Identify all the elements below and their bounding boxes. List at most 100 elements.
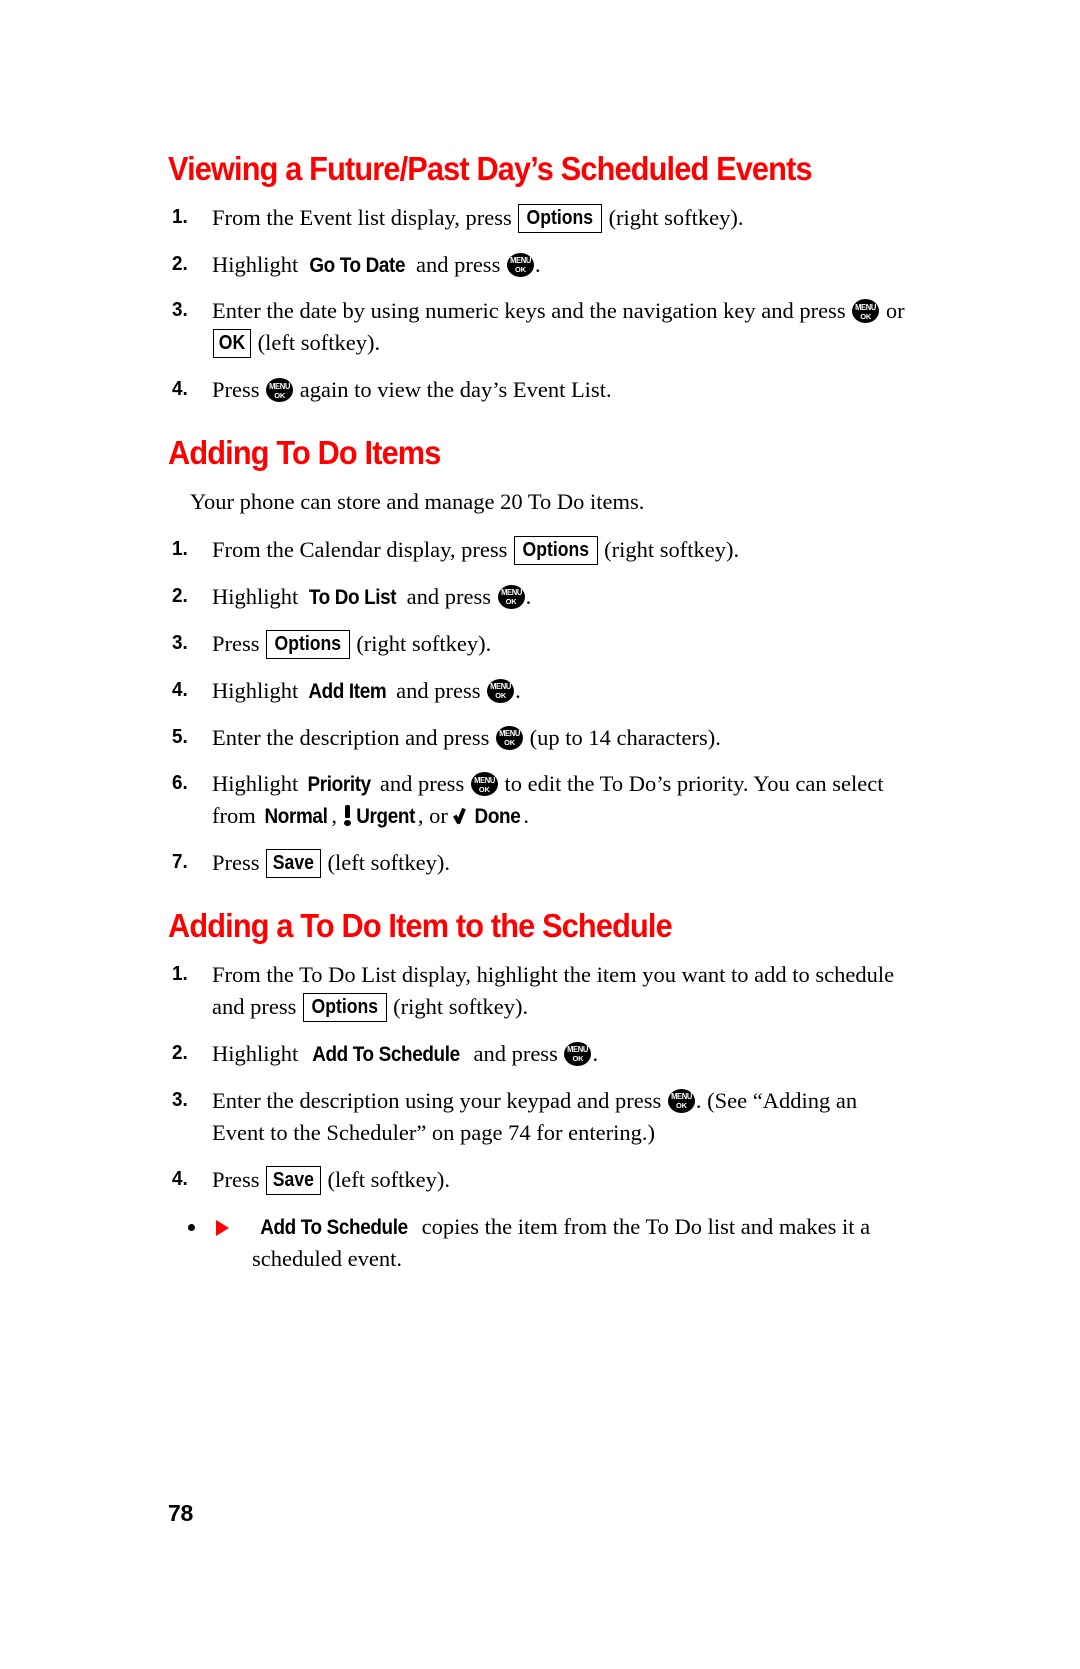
menu-ok-key-top-label: MENU [567, 1045, 589, 1055]
menu-item-label-to-do-list: To Do List [308, 585, 397, 609]
step-item: 7. Press Save (left softkey). [168, 847, 908, 879]
step-item: 1. From the To Do List display, highlight… [168, 959, 908, 1023]
menu-ok-key-icon: MENU OK [470, 772, 498, 797]
menu-ok-key-top-label: MENU [473, 775, 495, 785]
page-content: Viewing a Future/Past Day’s Scheduled Ev… [168, 148, 908, 1291]
step-text: Highlight [212, 583, 304, 609]
step-item: 3. Press Options (right softkey). [168, 628, 908, 660]
softkey-options: Options [266, 629, 350, 659]
softkey-label: Save [272, 852, 315, 875]
softkey-label: OK [218, 332, 246, 355]
menu-ok-key-icon: MENU OK [667, 1088, 695, 1113]
exclamation-dot [343, 820, 351, 827]
softkey-save: Save [266, 1165, 321, 1195]
menu-item-label-add-to-schedule: Add To Schedule [312, 1042, 460, 1066]
menu-ok-key-icon: MENU OK [266, 378, 294, 403]
step-text: Enter the date by using numeric keys and… [212, 298, 852, 324]
step-number: 3. [172, 630, 188, 654]
softkey-save: Save [266, 849, 321, 879]
page-number: 78 [168, 1500, 193, 1526]
step-text: , or [417, 803, 454, 829]
step-text: Press [212, 377, 266, 403]
step-text: Highlight [212, 677, 304, 703]
step-text: Enter the description and press [212, 724, 496, 750]
step-text: , [331, 803, 343, 829]
menu-ok-key-bottom-label: OK [515, 265, 526, 275]
menu-ok-key-bottom-label: OK [478, 784, 490, 794]
step-text: (left softkey). [321, 1166, 450, 1192]
step-item: 3. Enter the date by using numeric keys a… [168, 295, 908, 359]
menu-item-label-add-to-schedule: Add To Schedule [260, 1216, 408, 1240]
step-text: Highlight [212, 251, 304, 277]
step-text: and press [390, 677, 487, 703]
triangle-bullet-icon [216, 1220, 229, 1237]
step-text: (left softkey). [252, 330, 381, 356]
step-number: 6. [172, 771, 188, 795]
step-text: . [515, 677, 521, 703]
note-item: Add To Schedule copies the item from the… [208, 1211, 908, 1275]
softkey-label: Options [522, 538, 589, 561]
step-text: and press [374, 771, 470, 797]
step-number: 2. [172, 251, 188, 275]
step-text: again to view the day’s Event List. [294, 377, 612, 403]
softkey-label: Options [274, 632, 342, 655]
menu-ok-key-icon: MENU OK [497, 584, 525, 609]
step-number: 4. [172, 1166, 188, 1190]
exclamation-bar [344, 805, 350, 819]
menu-item-label-normal: Normal [264, 805, 328, 829]
menu-ok-key-bottom-label: OK [675, 1101, 687, 1111]
note-list-add-to-schedule: Add To Schedule copies the item from the… [168, 1211, 908, 1275]
step-item: 4. Press MENU OK again to view the day’s E… [168, 374, 908, 406]
menu-ok-key-icon: MENU OK [564, 1041, 592, 1066]
step-item: 2. Highlight Go To Date and press MENU OK. [168, 249, 908, 281]
step-item: 1. From the Event list display, press Opt… [168, 202, 908, 234]
step-text: From the Calendar display, press [212, 536, 513, 562]
step-number: 3. [172, 298, 188, 322]
manual-page: Viewing a Future/Past Day’s Scheduled Ev… [0, 0, 1080, 1669]
menu-ok-key-icon: MENU OK [852, 299, 880, 324]
step-text: (up to 14 characters). [524, 724, 721, 750]
step-text: . [525, 583, 532, 609]
step-number: 4. [172, 677, 188, 701]
step-item: 4. Highlight Add Item and press MENU OK. [168, 675, 908, 707]
softkey-options: Options [518, 203, 602, 233]
step-text: . [534, 251, 541, 277]
step-item: 4. Press Save (left softkey). [168, 1164, 908, 1196]
step-text: Press [212, 850, 266, 876]
menu-ok-key-top-label: MENU [269, 381, 291, 391]
menu-item-label-priority: Priority [307, 773, 371, 797]
section-heading-adding-a-to-do-item-to-the-schedule: Adding a To Do Item to the Schedule [168, 907, 673, 945]
step-text: and press [400, 583, 497, 609]
step-item: 1. From the Calendar display, press Optio… [168, 534, 908, 566]
step-text: and press [410, 251, 506, 277]
softkey-ok: OK [213, 329, 251, 359]
step-text: . [592, 1040, 599, 1066]
step-number: 1. [172, 536, 188, 560]
step-text: Press [212, 1166, 266, 1192]
menu-ok-key-icon: MENU OK [487, 678, 515, 703]
step-number: 7. [172, 850, 188, 874]
menu-ok-key-top-label: MENU [490, 682, 512, 692]
step-text: (right softkey). [350, 630, 492, 656]
step-number: 1. [172, 961, 188, 985]
step-text: . [523, 803, 529, 829]
step-text: (left softkey). [321, 850, 450, 876]
step-text: and press [467, 1040, 564, 1066]
step-number: 4. [172, 377, 188, 401]
menu-ok-key-bottom-label: OK [274, 390, 286, 400]
menu-item-label-urgent: Urgent [355, 805, 415, 829]
step-text: or [880, 298, 905, 324]
menu-ok-key-top-label: MENU [500, 588, 522, 598]
menu-item-label-go-to-date: Go To Date [309, 253, 406, 277]
menu-ok-key-top-label: MENU [510, 256, 531, 266]
menu-ok-key-bottom-label: OK [860, 311, 872, 321]
step-text: Highlight [212, 1040, 304, 1066]
step-text: Press [212, 630, 266, 656]
menu-ok-key-top-label: MENU [499, 729, 520, 739]
step-item: 5. Enter the description and press MENU OK… [168, 722, 908, 754]
menu-ok-key-bottom-label: OK [495, 691, 507, 701]
step-item: 2. Highlight Add To Schedule and press ME… [168, 1038, 908, 1070]
steps-list-viewing-future-past-day: 1. From the Event list display, press Opt… [168, 202, 908, 407]
step-text: (right softkey). [598, 536, 740, 562]
softkey-label: Options [526, 206, 594, 229]
